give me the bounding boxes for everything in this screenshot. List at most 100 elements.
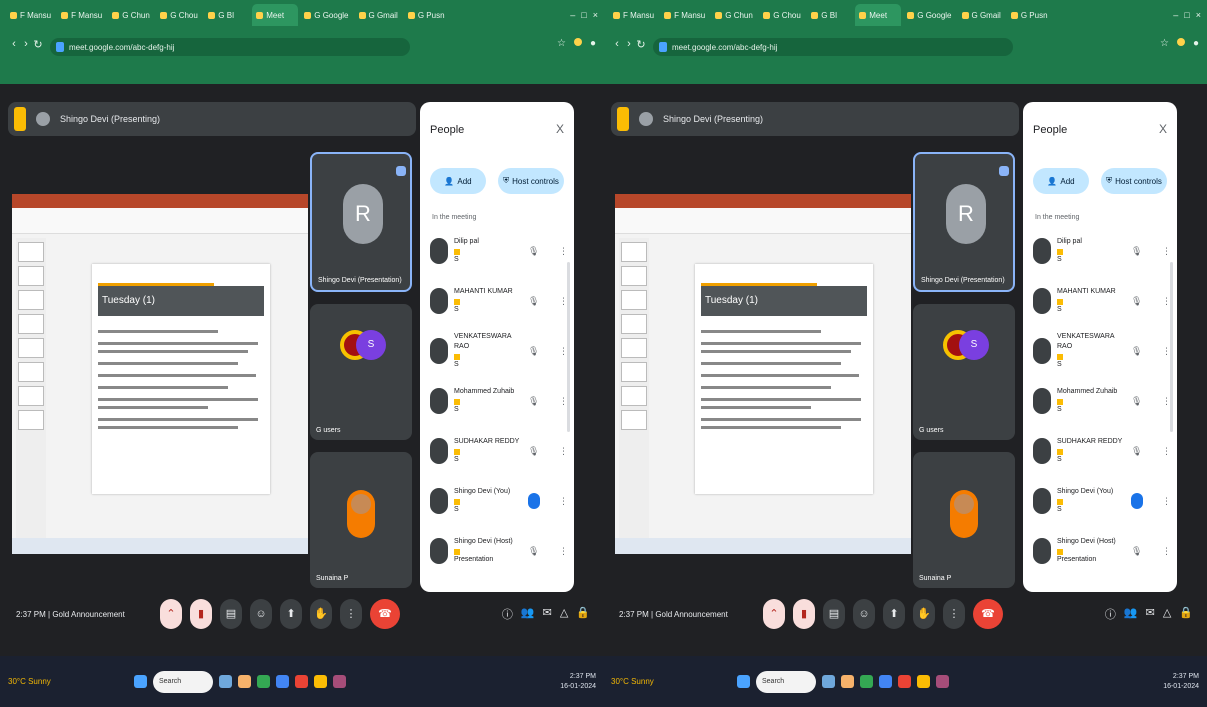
end-call-button[interactable]: ☎ <box>370 599 400 629</box>
app-icon[interactable] <box>333 675 346 688</box>
info-icon[interactable]: ⓘ <box>1105 606 1116 622</box>
reload-icon[interactable]: ↻ <box>32 38 44 51</box>
more-options-icon[interactable]: ⋮ <box>1162 546 1171 557</box>
lock-icon[interactable]: 🔒 <box>1179 606 1193 622</box>
extension-icon[interactable] <box>573 38 582 46</box>
raise-hand-button[interactable]: ✋ <box>310 599 332 629</box>
edge-icon[interactable] <box>879 675 892 688</box>
mic-muted-icon[interactable]: 🎙 <box>1131 246 1142 257</box>
lock-icon[interactable]: 🔒 <box>576 606 590 622</box>
star-icon[interactable]: ☆ <box>557 38 566 49</box>
browser-tab[interactable]: G Chun <box>108 4 154 26</box>
browser-tab[interactable]: Meet <box>855 4 902 26</box>
close-icon[interactable]: × <box>1196 10 1201 20</box>
people-icon[interactable]: 👥 <box>1124 606 1138 622</box>
profile-icon[interactable]: ● <box>590 38 596 49</box>
close-icon[interactable]: × <box>593 10 598 20</box>
participant-row[interactable]: Mohammed Zuhaib S 🎙 ⋮ <box>1033 384 1171 418</box>
browser-tab[interactable]: G Chou <box>759 4 805 26</box>
participant-tile[interactable]: S G users <box>310 304 412 440</box>
info-icon[interactable]: ⓘ <box>502 606 513 622</box>
chrome-icon[interactable] <box>257 675 270 688</box>
participant-row[interactable]: Dilip pal S 🎙 ⋮ <box>1033 234 1171 268</box>
present-button[interactable]: ⬆ <box>883 599 905 629</box>
browser-tab[interactable]: G Gmail <box>355 4 402 26</box>
more-options-icon[interactable]: ⋮ <box>559 446 568 457</box>
close-icon[interactable]: X <box>1159 122 1167 136</box>
app-icon[interactable] <box>917 675 930 688</box>
participant-row[interactable]: VENKATESWARA RAO S 🎙 ⋮ <box>430 333 568 368</box>
browser-tab[interactable]: G Chou <box>156 4 202 26</box>
chat-icon[interactable]: ✉ <box>1146 606 1155 622</box>
app-icon[interactable] <box>295 675 308 688</box>
mic-button[interactable]: ⌃ <box>160 599 182 629</box>
mic-muted-icon[interactable]: 🎙 <box>1131 446 1142 457</box>
mic-muted-icon[interactable]: 🎙 <box>1131 346 1142 357</box>
participant-tile[interactable]: R Shingo Devi (Presentation) <box>310 152 412 292</box>
extension-icon[interactable] <box>1176 38 1185 46</box>
mic-button[interactable]: ⌃ <box>763 599 785 629</box>
chrome-icon[interactable] <box>860 675 873 688</box>
profile-icon[interactable]: ● <box>1193 38 1199 49</box>
mic-muted-icon[interactable]: 🎙 <box>1131 546 1142 557</box>
add-people-button[interactable]: 👤 Add <box>1033 168 1089 194</box>
mic-muted-icon[interactable]: 🎙 <box>1131 396 1142 407</box>
more-options-icon[interactable]: ⋮ <box>1162 246 1171 257</box>
system-tray[interactable]: 2:37 PM 16-01-2024 <box>560 672 596 692</box>
taskbar-search[interactable]: Search <box>756 670 816 693</box>
participant-row[interactable]: SUDHAKAR REDDY S 🎙 ⋮ <box>1033 434 1171 468</box>
url-bar[interactable]: meet.google.com/abc-defg-hij <box>50 38 410 56</box>
chat-icon[interactable]: ✉ <box>543 606 552 622</box>
maximize-icon[interactable]: □ <box>581 10 586 20</box>
mic-muted-icon[interactable]: 🎙 <box>528 346 539 357</box>
participant-tile[interactable]: R Shingo Devi (Presentation) <box>913 152 1015 292</box>
participant-row[interactable]: MAHANTI KUMAR S 🎙 ⋮ <box>1033 284 1171 318</box>
camera-button[interactable]: ▮ <box>793 599 815 629</box>
reload-icon[interactable]: ↻ <box>635 38 647 51</box>
forward-icon[interactable]: › <box>623 38 635 50</box>
captions-button[interactable]: ▤ <box>823 599 845 629</box>
taskbar-search[interactable]: Search <box>153 670 213 693</box>
app-icon[interactable] <box>898 675 911 688</box>
url-bar[interactable]: meet.google.com/abc-defg-hij <box>653 38 1013 56</box>
browser-tab[interactable]: F Mansu <box>6 4 55 26</box>
people-icon[interactable]: 👥 <box>521 606 535 622</box>
mic-muted-icon[interactable]: 🎙 <box>528 396 539 407</box>
folder-icon[interactable] <box>841 675 854 688</box>
captions-button[interactable]: ▤ <box>220 599 242 629</box>
minimize-icon[interactable]: – <box>570 10 575 20</box>
close-icon[interactable]: X <box>556 122 564 136</box>
participant-row[interactable]: Dilip pal S 🎙 ⋮ <box>430 234 568 268</box>
browser-tab[interactable]: G Chun <box>711 4 757 26</box>
pin-icon[interactable] <box>999 166 1009 176</box>
mic-muted-icon[interactable]: 🎙 <box>528 246 539 257</box>
add-people-button[interactable]: 👤 Add <box>430 168 486 194</box>
browser-tab[interactable]: G Gmail <box>958 4 1005 26</box>
mic-muted-icon[interactable]: 🎙 <box>1131 296 1142 307</box>
more-options-icon[interactable]: ⋮ <box>1162 446 1171 457</box>
browser-tab[interactable]: Meet <box>252 4 299 26</box>
participant-row[interactable]: Shingo Devi (Host) Presentation 🎙 ⋮ <box>1033 534 1171 568</box>
end-call-button[interactable]: ☎ <box>973 599 1003 629</box>
camera-button[interactable]: ▮ <box>190 599 212 629</box>
browser-tab[interactable]: G Pusn <box>404 4 450 26</box>
app-icon[interactable] <box>936 675 949 688</box>
star-icon[interactable]: ☆ <box>1160 38 1169 49</box>
weather-widget[interactable]: 30°C Sunny <box>611 677 731 686</box>
start-icon[interactable] <box>737 675 750 688</box>
present-button[interactable]: ⬆ <box>280 599 302 629</box>
participant-row[interactable]: Shingo Devi (Host) Presentation 🎙 ⋮ <box>430 534 568 568</box>
more-options-icon[interactable]: ⋮ <box>559 496 568 507</box>
forward-icon[interactable]: › <box>20 38 32 50</box>
window-controls[interactable]: – □ × <box>570 10 604 20</box>
start-icon[interactable] <box>134 675 147 688</box>
browser-tab[interactable]: F Mansu <box>57 4 106 26</box>
host-controls-button[interactable]: ⛨ Host controls <box>498 168 564 194</box>
emoji-button[interactable]: ☺ <box>250 599 272 629</box>
participant-tile[interactable]: Sunaina P <box>913 452 1015 588</box>
participant-row[interactable]: Shingo Devi (You) S ⋮ <box>1033 484 1171 518</box>
more-options-button[interactable]: ⋮ <box>943 599 965 629</box>
more-options-icon[interactable]: ⋮ <box>1162 496 1171 507</box>
minimize-icon[interactable]: – <box>1173 10 1178 20</box>
activities-icon[interactable]: △ <box>560 606 568 622</box>
